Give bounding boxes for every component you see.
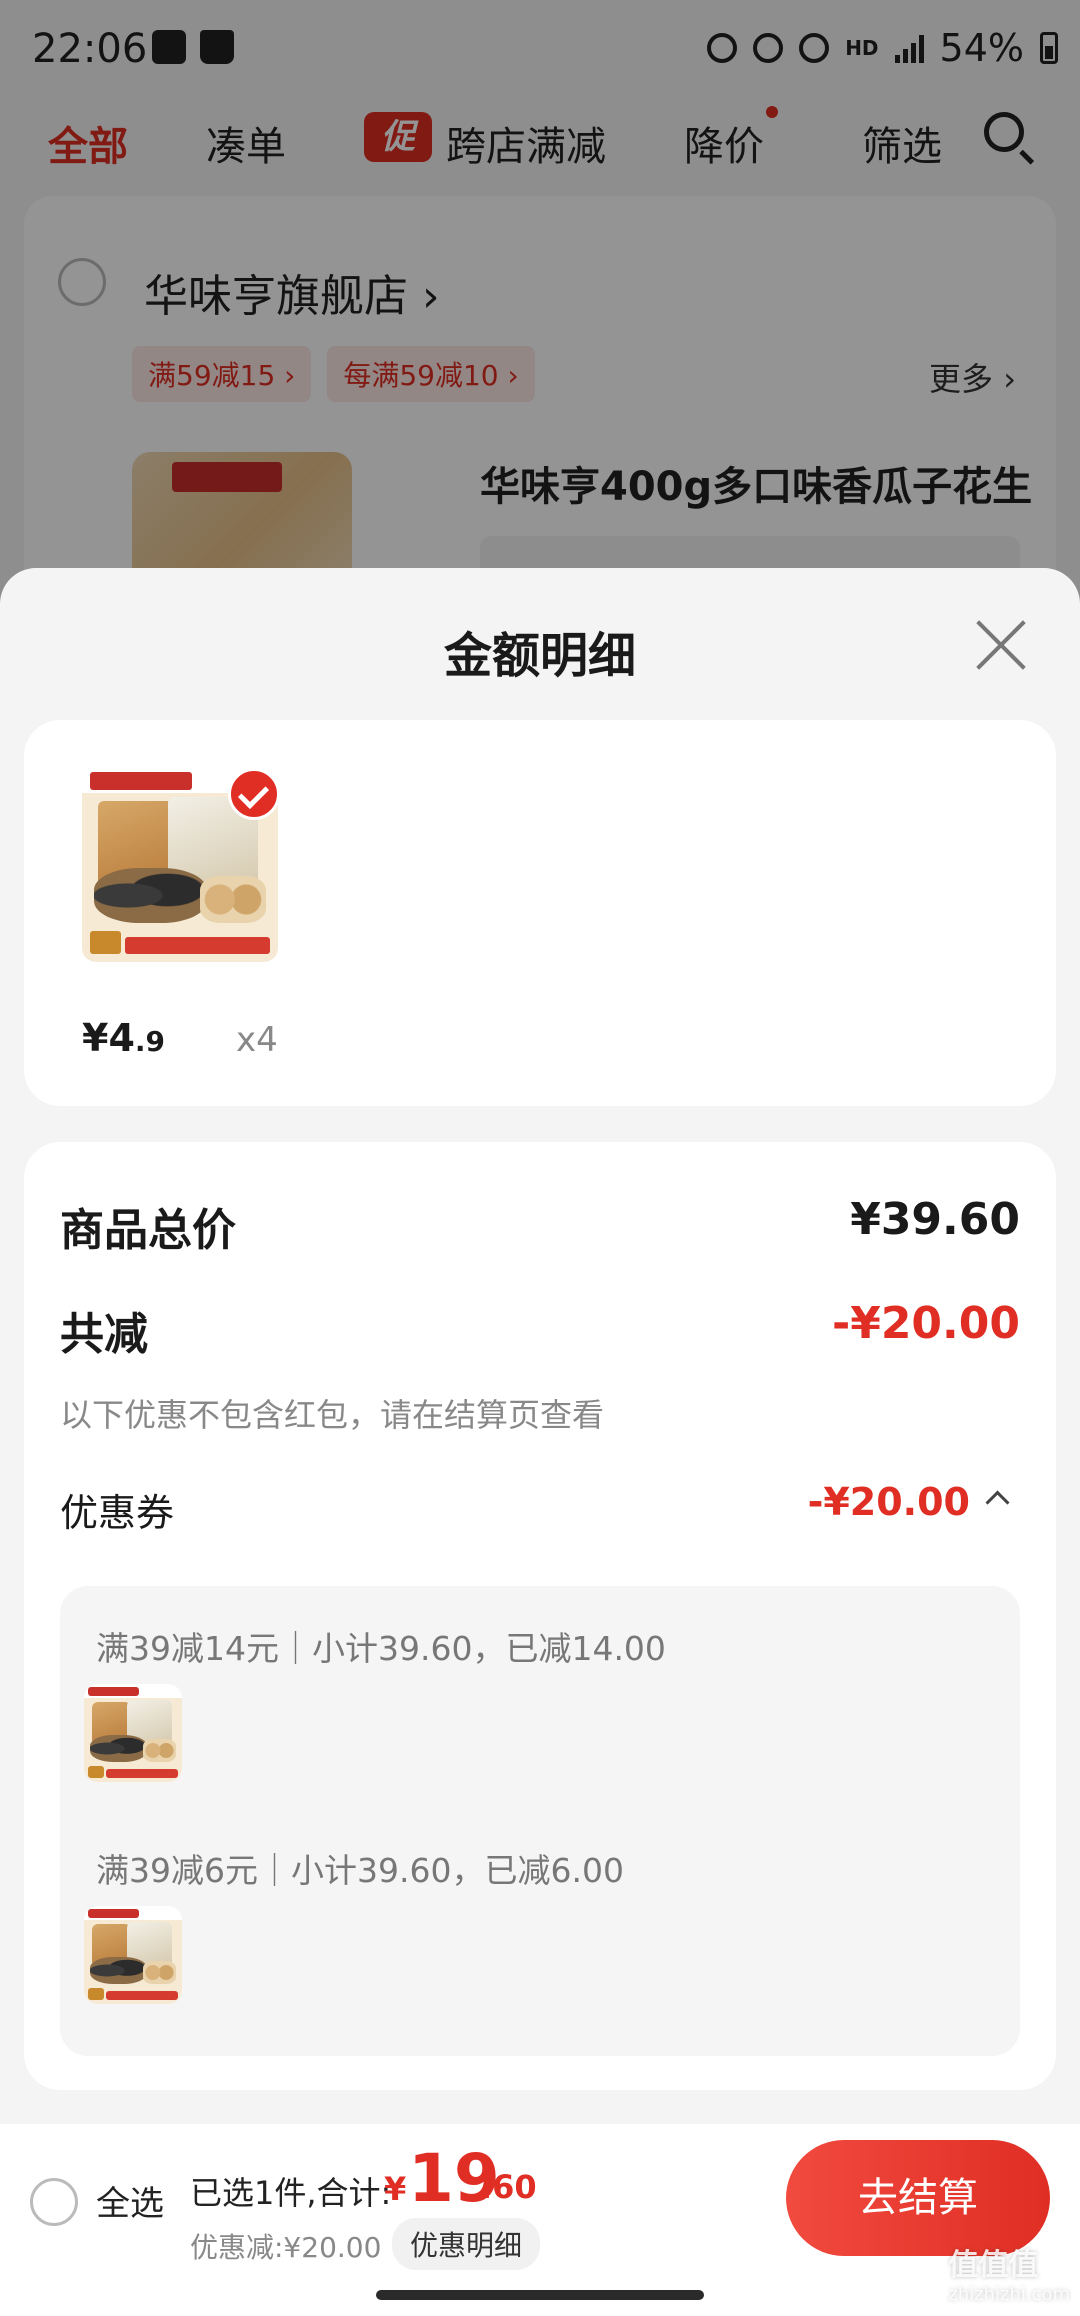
coupon-line: 满39减14元｜小计39.60，已减14.00 [96,1629,666,1668]
total-currency: ¥ [384,2170,407,2208]
amount-detail-sheet: 金额明细 ¥4.9 x4 商品总价 ¥39.60 共减 -¥20.00 以下优惠… [0,568,1080,2128]
hint-text: 以下优惠不包含红包，请在结算页查看 [60,1396,605,1434]
item-price: ¥4.9 [82,1016,166,1060]
discount-detail-button[interactable]: 优惠明细 [392,2218,541,2270]
select-all-label[interactable]: 全选 [96,2176,164,2225]
watermark: 值值值 zhizhizhi.com [948,2248,1070,2305]
dim-overlay[interactable] [0,0,1080,620]
discount-summary: 优惠减:¥20.00 [190,2231,382,2264]
checkout-bar: 全选 已选1件,合计: ¥ 19 .60 优惠减:¥20.00 优惠明细 去结算 [0,2124,1080,2274]
total-amount-decimal: .60 [480,2168,537,2206]
background-page: 22:06 HD 54% 全部 凑单 促 跨店满减 降价 筛选 华味亨旗舰店 ›… [0,0,1080,656]
close-icon[interactable] [974,618,1028,672]
selected-check-icon [228,768,280,820]
product-image [84,1684,182,1782]
sheet-title: 金额明细 [443,628,636,684]
total-label: 商品总价 [60,1205,236,1256]
coupon-detail-box: 满39减14元｜小计39.60，已减14.00 满39减6元｜小计39.60，已… [60,1586,1020,2056]
coupon-value[interactable]: -¥20.00 [808,1480,970,1524]
reduce-label: 共减 [60,1309,148,1360]
chevron-up-icon[interactable] [985,1490,1010,1515]
item-quantity: x4 [236,1020,278,1060]
product-image [84,1906,182,2004]
total-value: ¥39.60 [850,1194,1020,1245]
price-breakdown-card: 商品总价 ¥39.60 共减 -¥20.00 以下优惠不包含红包，请在结算页查看… [24,1142,1056,2090]
home-indicator[interactable] [376,2290,704,2300]
reduce-value: -¥20.00 [831,1298,1020,1349]
select-all-checkbox[interactable] [30,2178,78,2226]
selected-summary: 已选1件,合计: [190,2174,392,2212]
checkout-button[interactable]: 去结算 [786,2140,1050,2256]
selected-items-card: ¥4.9 x4 [24,720,1056,1106]
coupon-label[interactable]: 优惠券 [60,1482,174,1537]
coupon-line: 满39减6元｜小计39.60，已减6.00 [96,1851,624,1890]
